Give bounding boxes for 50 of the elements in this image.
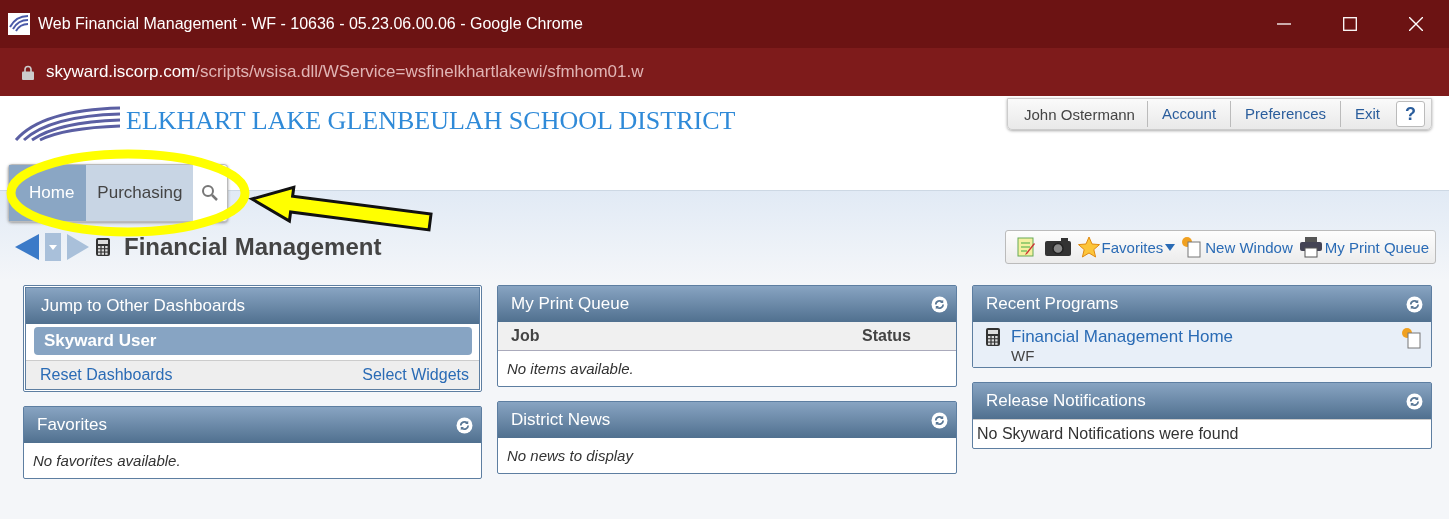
- window-title: Web Financial Management - WF - 10636 - 05.23.06.00.06 - Google Chrome: [38, 15, 584, 33]
- star-icon[interactable]: [1077, 236, 1100, 258]
- header-link[interactable]: Exit: [1340, 101, 1394, 127]
- caret-icon[interactable]: [1165, 243, 1176, 251]
- search-icon[interactable]: [201, 184, 220, 202]
- dashboard-link[interactable]: Reset Dashboards: [40, 366, 173, 384]
- dashboard-item[interactable]: Skyward User: [34, 327, 472, 355]
- empty-message: No news to display: [506, 446, 635, 466]
- notification-message: No Skyward Notifications were found: [973, 419, 1431, 448]
- widget-title: My Print Queue: [511, 294, 630, 314]
- refresh-icon[interactable]: [931, 295, 948, 313]
- column-header: Job: [511, 327, 540, 345]
- app-icon: [8, 13, 30, 35]
- widget-title: District News: [511, 410, 611, 430]
- header-link[interactable]: Account: [1146, 101, 1231, 127]
- program-link[interactable]: Financial Management Home: [1011, 327, 1391, 347]
- help-button[interactable]: ?: [1396, 101, 1425, 127]
- new-window-icon[interactable]: [1181, 236, 1204, 258]
- calculator-icon: [985, 327, 1001, 347]
- refresh-icon[interactable]: [1406, 392, 1423, 410]
- user-name: John Ostermann: [1024, 105, 1135, 123]
- district-name: ELKHART LAKE GLENBEULAH SCHOOL DISTRICT: [126, 106, 736, 136]
- header-link[interactable]: Preferences: [1230, 101, 1340, 127]
- widget-title: Release Notifications: [986, 391, 1146, 411]
- widget-title: Recent Programs: [986, 294, 1119, 314]
- page-title: Financial Management: [124, 233, 382, 261]
- maximize-icon[interactable]: [1343, 17, 1357, 31]
- empty-message: No favorites available.: [32, 451, 182, 471]
- lock-icon: [22, 64, 34, 80]
- back-arrow-icon[interactable]: [14, 233, 40, 261]
- refresh-icon[interactable]: [1406, 295, 1423, 313]
- calculator-icon: [95, 237, 111, 257]
- print-queue-link[interactable]: My Print Queue: [1324, 238, 1429, 256]
- program-code: WF: [1011, 347, 1036, 364]
- nav-tab[interactable]: Purchasing: [86, 165, 194, 221]
- new-window-link[interactable]: New Window: [1205, 238, 1293, 256]
- camera-icon[interactable]: [1043, 237, 1072, 257]
- printer-icon[interactable]: [1298, 236, 1323, 258]
- widget-title: Favorites: [37, 415, 107, 435]
- widget-title: Jump to Other Dashboards: [41, 296, 246, 316]
- refresh-icon[interactable]: [456, 416, 473, 434]
- url-text[interactable]: skyward.iscorp.com/scripts/wsisa.dll/WService=wsfinelkhartlakewi/sfmhom01.w: [46, 62, 644, 82]
- empty-message: No items available.: [506, 359, 635, 379]
- dashboard-link[interactable]: Select Widgets: [362, 366, 469, 384]
- new-window-icon[interactable]: [1401, 327, 1423, 349]
- favorites-link[interactable]: Favorites: [1101, 238, 1164, 256]
- notepad-icon[interactable]: [1015, 236, 1038, 258]
- column-header: Status: [862, 327, 911, 345]
- refresh-icon[interactable]: [931, 411, 948, 429]
- close-icon[interactable]: [1409, 17, 1423, 31]
